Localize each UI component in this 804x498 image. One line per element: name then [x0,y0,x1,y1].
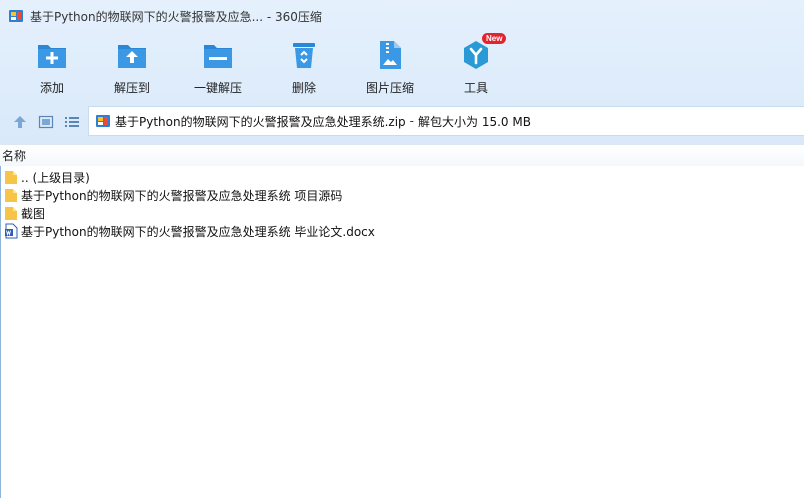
list-item-parent-directory[interactable]: .. (上级目录) [0,168,804,186]
extract-to-icon [118,45,146,68]
zip-archive-icon [96,115,110,127]
list-item-screenshots-folder[interactable]: 截图 [0,204,804,222]
folder-icon [5,189,17,202]
list-view-icon[interactable] [64,114,80,130]
title-bar: 基于Python的物联网下的火警报警及应急... - 360压缩 [0,0,804,32]
window-title: 基于Python的物联网下的火警报警及应急... - 360压缩 [30,9,322,24]
list-item-name: 截图 [21,206,46,221]
new-badge: New [482,33,507,44]
extract-to-button[interactable]: 解压到 [92,36,172,98]
thumbnail-view-icon[interactable] [38,114,54,130]
address-bar[interactable]: 基于Python的物联网下的火警报警及应急处理系统.zip - 解包大小为 15… [88,106,804,136]
up-arrow-icon[interactable] [12,114,28,130]
navigation-row: 基于Python的物联网下的火警报警及应急处理系统.zip - 解包大小为 15… [0,106,804,138]
folder-icon [5,171,17,184]
tools-label: 工具 [463,81,488,95]
list-item-name: 基于Python的物联网下的火警报警及应急处理系统 项目源码 [21,188,343,203]
list-item-name: .. (上级目录) [21,170,90,185]
file-list: .. (上级目录) 基于Python的物联网下的火警报警及应急处理系统 项目源码… [0,168,804,240]
image-compress-label: 图片压缩 [365,81,414,95]
list-item-source-folder[interactable]: 基于Python的物联网下的火警报警及应急处理系统 项目源码 [0,186,804,204]
toolbar: 添加 解压到 一键解压 删除 图片压缩 New 工具 [12,33,516,98]
column-name-header[interactable]: 名称 [2,147,26,164]
image-compress-button[interactable]: 图片压缩 [344,36,436,98]
address-separator: - [409,114,415,128]
app-logo-icon [9,10,23,22]
list-item-thesis-docx[interactable]: 基于Python的物联网下的火警报警及应急处理系统 毕业论文.docx [0,222,804,240]
extract-to-label: 解压到 [113,81,150,95]
folder-icon [5,207,17,220]
archive-path: 基于Python的物联网下的火警报警及应急处理系统.zip [115,114,406,129]
unpacked-size: 解包大小为 15.0 MB [418,114,531,129]
delete-button[interactable]: 删除 [264,36,344,98]
list-header: 名称 [0,144,804,166]
one-click-extract-label: 一键解压 [193,81,242,95]
add-icon [38,45,66,68]
list-item-name: 基于Python的物联网下的火警报警及应急处理系统 毕业论文.docx [21,224,375,239]
add-label: 添加 [39,81,64,95]
word-document-icon [5,223,18,239]
image-compress-icon [380,41,401,69]
one-click-extract-button[interactable]: 一键解压 [172,36,264,98]
tools-button[interactable]: New 工具 [436,33,516,98]
delete-label: 删除 [291,81,316,95]
delete-icon [293,43,315,68]
add-button[interactable]: 添加 [12,36,92,98]
top-panel: 基于Python的物联网下的火警报警及应急... - 360压缩 添加 解压到 [0,0,804,144]
one-click-extract-icon [204,45,232,68]
